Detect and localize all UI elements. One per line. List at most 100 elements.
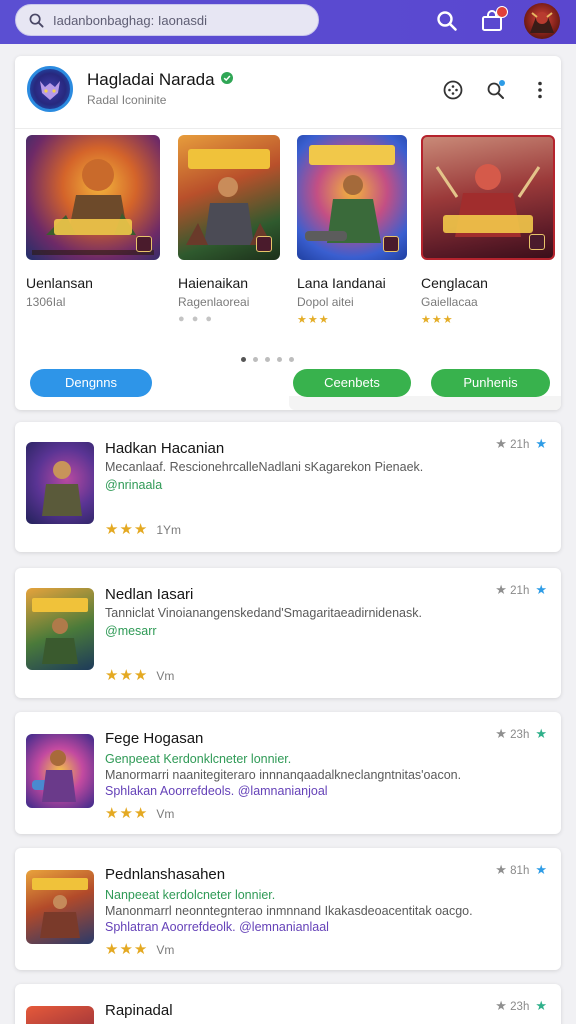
game-tagline: Nanpeeat kerdolcneter lonnier. [105, 888, 276, 902]
release-age: 1Ym [156, 523, 182, 537]
card-meta: ★ 23h ★ [495, 726, 547, 742]
avatar-character-icon [530, 12, 554, 33]
release-age: Vm [156, 669, 175, 683]
game-thumbnail [26, 442, 94, 524]
star-rating: ★★★ [297, 314, 330, 326]
game-artwork [297, 135, 407, 260]
wolf-logo-icon [40, 81, 60, 100]
pager-dot[interactable] [277, 357, 282, 362]
game-description: Tanniclat Vinoianangenskedand'Smagaritae… [105, 606, 422, 620]
rating-chip-icon [529, 234, 545, 250]
developer-handle[interactable]: @mesarr [105, 624, 157, 638]
game-subtitle: Ragenlaoreai [178, 295, 250, 309]
star-rating: ★★★ Vm [105, 941, 175, 958]
developer-name: Hagladai Narada [87, 70, 215, 89]
loading-dots: ● ● ● [178, 313, 215, 325]
download-count: 23h [510, 729, 530, 741]
download-count: 23h [510, 1001, 530, 1013]
game-description: Mecanlaaf. RescionehrcalleNadlani sKagar… [105, 460, 424, 474]
game-title: Cenglacan [421, 275, 488, 291]
game-artwork [178, 135, 280, 260]
featured-game-card[interactable]: Cenglacan Gaiellacaa ★★★ [421, 135, 555, 326]
release-age: Vm [156, 807, 175, 821]
game-tagline: Genpeeat Kerdonklcneter lonnier. [105, 752, 292, 766]
star-rating: ★★★ [421, 314, 454, 326]
star-rating: ★★★ Vm [105, 667, 175, 684]
game-subtitle: 1306Ial [26, 295, 66, 309]
card-meta: ★ 21h ★ [495, 582, 547, 598]
game-art-illustration [32, 878, 88, 938]
search-icon [29, 13, 44, 28]
card-meta: ★ 21h ★ [495, 436, 547, 452]
game-art-illustration [32, 750, 76, 802]
game-title: Lana Iandanai [297, 275, 386, 291]
bookmark-star-icon[interactable]: ★ [535, 726, 547, 741]
rating-chip-icon [256, 236, 272, 252]
top-app-bar: Iadanbonbaghag: Iaonasdi [0, 0, 576, 44]
search-icon[interactable] [435, 9, 459, 33]
pager-dot[interactable] [253, 357, 258, 362]
developer-handle[interactable]: Sphlakan Aoorrefdeols. @lamnanianjoal [105, 784, 328, 798]
gamepad-icon[interactable] [442, 79, 464, 101]
game-title: Nedlan Iasari [105, 586, 194, 603]
star-rating: ★★★ 1Ym [105, 521, 182, 538]
game-title: Hadkan Hacanian [105, 440, 225, 457]
bookmark-star-icon[interactable]: ★ [535, 436, 547, 451]
game-thumbnail [26, 734, 94, 808]
pager-dot[interactable] [241, 357, 246, 362]
bookmark-star-icon[interactable]: ★ [535, 582, 547, 597]
divider [15, 128, 561, 129]
game-artwork [26, 135, 160, 260]
carousel-pager [241, 349, 301, 362]
developer-handle[interactable]: Sphlatran Aoorrefdeolk. @lemnanianlaal [105, 920, 329, 934]
game-artwork [421, 135, 555, 260]
developer-panel: Hagladai Narada Radal Iconinite Uenlansa… [15, 56, 561, 410]
star-icon: ★ [495, 998, 507, 1013]
featured-game-card[interactable]: Uenlansan 1306Ial [26, 135, 160, 309]
star-rating: ★★★ Vm [105, 805, 175, 822]
card-meta: ★ 23h ★ [495, 998, 547, 1014]
developer-subtitle: Radal Iconinite [87, 93, 167, 107]
game-list-item[interactable]: Fege Hogasan Genpeeat Kerdonklcneter lon… [15, 712, 561, 834]
developer-logo[interactable] [27, 66, 73, 112]
game-list-item[interactable]: Nedlan Iasari Tanniclat Vinoianangensked… [15, 568, 561, 698]
game-title: Rapinadal [105, 1002, 173, 1019]
notification-badge [496, 6, 508, 18]
developer-handle[interactable]: @nrinaala [105, 478, 162, 492]
game-description: Manormarri naanitegiteraro innnanqaadalk… [105, 768, 462, 782]
pager-dot[interactable] [289, 357, 294, 362]
rating-chip-icon [383, 236, 399, 252]
more-options-icon[interactable] [529, 79, 551, 101]
game-description: Manonmarrl neonntegnterao inmnnand Ikaka… [105, 904, 473, 918]
bookmark-star-icon[interactable]: ★ [535, 862, 547, 877]
search-query[interactable]: Iadanbonbaghag: Iaonasdi [53, 13, 207, 28]
featured-game-card[interactable]: Haienaikan Ragenlaoreai ● ● ● [178, 135, 312, 325]
game-list-item[interactable]: Hadkan Hacanian Mecanlaaf. Rescionehrcal… [15, 422, 561, 552]
star-icon: ★ [495, 726, 507, 741]
download-count: 21h [510, 439, 530, 451]
game-title: Fege Hogasan [105, 730, 204, 747]
tertiary-action-button[interactable]: Punhenis [431, 369, 550, 397]
search-bar[interactable]: Iadanbonbaghag: Iaonasdi [15, 4, 319, 36]
card-meta: ★ 81h ★ [495, 862, 547, 878]
button-shelf [289, 396, 561, 410]
game-subtitle: Dopol aitei [297, 295, 354, 309]
pager-dot[interactable] [265, 357, 270, 362]
primary-action-button[interactable]: Dengnns [30, 369, 152, 397]
game-title: Haienaikan [178, 275, 249, 291]
game-art-illustration [42, 461, 82, 516]
bookmark-star-icon[interactable]: ★ [535, 998, 547, 1013]
featured-game-card[interactable]: Lana Iandanai Dopol aitei ★★★ [297, 135, 431, 326]
game-title: Pednlanshasahen [105, 866, 226, 883]
user-avatar[interactable] [524, 3, 560, 39]
game-thumbnail [26, 870, 94, 944]
game-art-illustration [32, 598, 88, 664]
download-count: 81h [510, 865, 530, 877]
game-subtitle: Gaiellacaa [421, 295, 478, 309]
search-notification-icon[interactable] [485, 79, 507, 101]
secondary-action-button[interactable]: Ceenbets [293, 369, 411, 397]
game-list-item[interactable]: Pednlanshasahen Nanpeeat kerdolcneter lo… [15, 848, 561, 970]
release-age: Vm [156, 943, 175, 957]
game-list-item[interactable]: Rapinadal ★ 23h ★ [15, 984, 561, 1024]
rating-chip-icon [136, 236, 152, 252]
